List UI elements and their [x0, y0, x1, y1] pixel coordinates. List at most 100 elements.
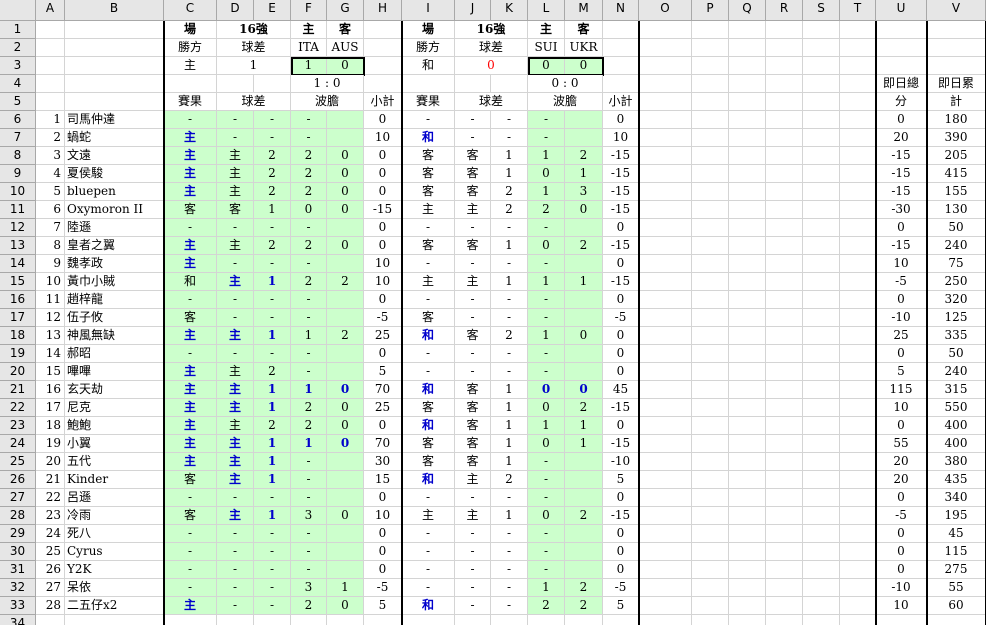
- cell-e24[interactable]: 1: [254, 435, 291, 453]
- column-header-u[interactable]: U: [876, 0, 927, 21]
- cell-g18[interactable]: 2: [327, 327, 364, 345]
- cell-u17[interactable]: -10: [876, 309, 927, 327]
- cell-v11[interactable]: 130: [927, 201, 986, 219]
- cell-n33[interactable]: 5: [603, 597, 639, 615]
- cell-m21[interactable]: 0: [565, 381, 603, 399]
- cell-k21[interactable]: 1: [491, 381, 528, 399]
- cell-b28[interactable]: 冷雨: [65, 507, 164, 525]
- cell-r21[interactable]: [766, 381, 803, 399]
- cell-f6[interactable]: -: [291, 111, 327, 129]
- cell-t22[interactable]: [840, 399, 876, 417]
- cell-d7[interactable]: -: [217, 129, 254, 147]
- cell-m19[interactable]: [565, 345, 603, 363]
- cell-l33[interactable]: 2: [528, 597, 565, 615]
- cell-i33[interactable]: 和: [402, 597, 455, 615]
- cell-l14[interactable]: -: [528, 255, 565, 273]
- column-header-h[interactable]: H: [364, 0, 402, 21]
- cell-h9[interactable]: 0: [364, 165, 402, 183]
- cell-n18[interactable]: 0: [603, 327, 639, 345]
- cell-k29[interactable]: -: [491, 525, 528, 543]
- cell-r5[interactable]: [766, 93, 803, 111]
- cell-d10[interactable]: 主: [217, 183, 254, 201]
- row-header-17[interactable]: 17: [0, 309, 36, 327]
- cell-r28[interactable]: [766, 507, 803, 525]
- cell-a23[interactable]: 18: [36, 417, 65, 435]
- cell-i2[interactable]: 勝方: [402, 39, 455, 57]
- column-header-i[interactable]: I: [402, 0, 455, 21]
- cell-q5[interactable]: [729, 93, 766, 111]
- cell-v2[interactable]: [927, 39, 986, 57]
- cell-p28[interactable]: [692, 507, 729, 525]
- cell-v26[interactable]: 435: [927, 471, 986, 489]
- cell-n17[interactable]: -5: [603, 309, 639, 327]
- cell-s6[interactable]: [803, 111, 840, 129]
- cell-j33[interactable]: -: [455, 597, 491, 615]
- cell-h34[interactable]: [364, 615, 402, 625]
- cell-u11[interactable]: -30: [876, 201, 927, 219]
- cell-l31[interactable]: -: [528, 561, 565, 579]
- cell-d14[interactable]: -: [217, 255, 254, 273]
- cell-i25[interactable]: 客: [402, 453, 455, 471]
- cell-d33[interactable]: -: [217, 597, 254, 615]
- cell-j26[interactable]: 主: [455, 471, 491, 489]
- cell-h6[interactable]: 0: [364, 111, 402, 129]
- cell-j21[interactable]: 客: [455, 381, 491, 399]
- cell-l12[interactable]: -: [528, 219, 565, 237]
- cell-h13[interactable]: 0: [364, 237, 402, 255]
- cell-n29[interactable]: 0: [603, 525, 639, 543]
- cell-l4[interactable]: 0 : 0: [528, 75, 603, 93]
- cell-q17[interactable]: [729, 309, 766, 327]
- cell-b4[interactable]: [65, 75, 164, 93]
- cell-v25[interactable]: 380: [927, 453, 986, 471]
- cell-v6[interactable]: 180: [927, 111, 986, 129]
- cell-i29[interactable]: -: [402, 525, 455, 543]
- cell-r34[interactable]: [766, 615, 803, 625]
- cell-v29[interactable]: 45: [927, 525, 986, 543]
- cell-s5[interactable]: [803, 93, 840, 111]
- cell-j4[interactable]: [455, 75, 491, 93]
- cell-g23[interactable]: 0: [327, 417, 364, 435]
- cell-b10[interactable]: bluepen: [65, 183, 164, 201]
- cell-f15[interactable]: 2: [291, 273, 327, 291]
- cell-c32[interactable]: -: [164, 579, 217, 597]
- cell-g34[interactable]: [327, 615, 364, 625]
- cell-t7[interactable]: [840, 129, 876, 147]
- cell-i22[interactable]: 客: [402, 399, 455, 417]
- cell-d17[interactable]: -: [217, 309, 254, 327]
- cell-c10[interactable]: 主: [164, 183, 217, 201]
- cell-m32[interactable]: 2: [565, 579, 603, 597]
- cell-s17[interactable]: [803, 309, 840, 327]
- cell-r15[interactable]: [766, 273, 803, 291]
- cell-u14[interactable]: 10: [876, 255, 927, 273]
- cell-b1[interactable]: [65, 21, 164, 39]
- cell-g30[interactable]: [327, 543, 364, 561]
- cell-s22[interactable]: [803, 399, 840, 417]
- row-header-12[interactable]: 12: [0, 219, 36, 237]
- cell-e22[interactable]: 1: [254, 399, 291, 417]
- cell-d21[interactable]: 主: [217, 381, 254, 399]
- cell-c16[interactable]: -: [164, 291, 217, 309]
- cell-s19[interactable]: [803, 345, 840, 363]
- cell-b24[interactable]: 小翼: [65, 435, 164, 453]
- cell-s12[interactable]: [803, 219, 840, 237]
- cell-k20[interactable]: -: [491, 363, 528, 381]
- cell-g24[interactable]: 0: [327, 435, 364, 453]
- cell-d27[interactable]: -: [217, 489, 254, 507]
- cell-i11[interactable]: 主: [402, 201, 455, 219]
- cell-p30[interactable]: [692, 543, 729, 561]
- cell-e18[interactable]: 1: [254, 327, 291, 345]
- cell-b29[interactable]: 死八: [65, 525, 164, 543]
- cell-c34[interactable]: [164, 615, 217, 625]
- cell-m33[interactable]: 2: [565, 597, 603, 615]
- cell-g26[interactable]: [327, 471, 364, 489]
- cell-e14[interactable]: -: [254, 255, 291, 273]
- cell-f29[interactable]: -: [291, 525, 327, 543]
- cell-h32[interactable]: -5: [364, 579, 402, 597]
- cell-q16[interactable]: [729, 291, 766, 309]
- cell-t30[interactable]: [840, 543, 876, 561]
- cell-s33[interactable]: [803, 597, 840, 615]
- cell-a22[interactable]: 17: [36, 399, 65, 417]
- cell-r27[interactable]: [766, 489, 803, 507]
- cell-q11[interactable]: [729, 201, 766, 219]
- cell-r25[interactable]: [766, 453, 803, 471]
